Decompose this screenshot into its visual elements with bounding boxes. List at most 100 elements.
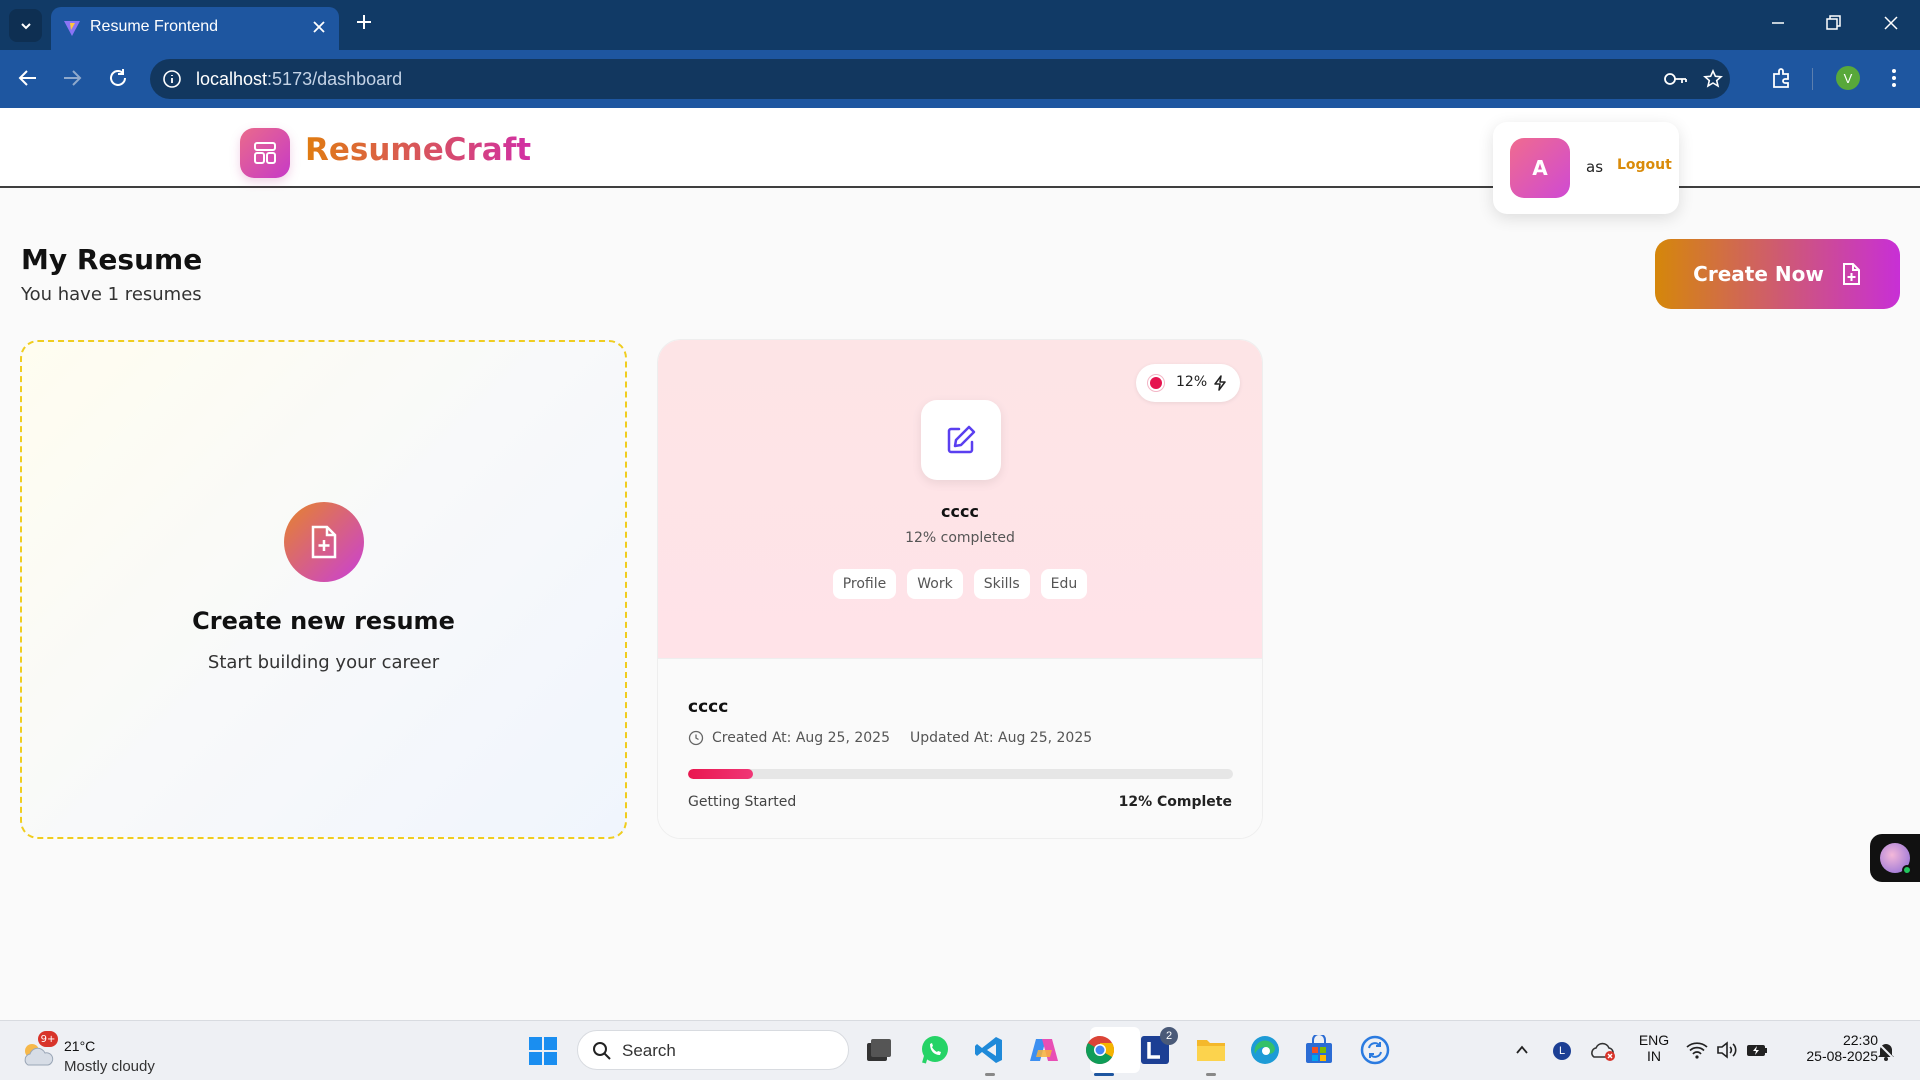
section-chip-edu: Edu (1040, 569, 1088, 599)
edit-resume-tile[interactable] (921, 400, 1001, 480)
vscode-running-indicator (985, 1073, 995, 1076)
file-explorer-icon[interactable] (1194, 1033, 1228, 1067)
edit-pen-square-icon (947, 425, 976, 454)
resume-title: cccc (688, 697, 729, 717)
floating-assistant-button[interactable] (1870, 834, 1920, 882)
l-app-notification-badge: 2 (1160, 1027, 1178, 1045)
browser-menu-icon[interactable] (1882, 66, 1906, 90)
search-label: Search (622, 1041, 676, 1060)
vscode-icon[interactable] (972, 1033, 1006, 1067)
weather-temperature: 21°C (64, 1038, 96, 1054)
clock-time: 22:30 (1842, 1032, 1878, 1048)
edge-icon[interactable] (1248, 1033, 1282, 1067)
logout-button[interactable]: Logout (1617, 157, 1672, 173)
resume-section-chips: Profile Work Skills Edu (658, 569, 1262, 599)
windows-taskbar: 9+ 21°C Mostly cloudy Search 2 L ENG IN … (0, 1020, 1920, 1080)
whatsapp-icon[interactable] (918, 1033, 952, 1067)
notification-bell-icon[interactable] (1876, 1041, 1896, 1061)
sync-app-icon[interactable] (1358, 1033, 1392, 1067)
onedrive-error-icon[interactable] (1590, 1041, 1616, 1061)
toolbar-divider (1812, 68, 1813, 90)
extensions-puzzle-icon[interactable] (1770, 66, 1794, 90)
password-key-icon[interactable] (1663, 69, 1689, 89)
chrome-icon[interactable] (1083, 1033, 1117, 1067)
lightning-bolt-icon (1214, 375, 1226, 391)
restore-window-icon[interactable] (1823, 13, 1843, 33)
explorer-running-indicator (1206, 1073, 1216, 1076)
assistant-avatar-icon (1880, 843, 1912, 875)
progress-badge: 12% (1136, 364, 1240, 402)
chevron-down-icon (20, 22, 31, 29)
minimize-window-icon[interactable] (1768, 13, 1788, 33)
resume-progress-fill (688, 769, 754, 779)
file-plus-icon (1842, 263, 1860, 285)
create-new-resume-card[interactable]: Create new resume Start building your ca… (20, 340, 627, 839)
create-now-label: Create Now (1693, 262, 1824, 286)
progress-status-dot (1150, 377, 1162, 389)
brand-logo-text[interactable]: ResumeCraft (305, 132, 531, 168)
taskbar-search-box[interactable]: Search (577, 1030, 849, 1070)
windows-start-icon[interactable] (528, 1036, 558, 1066)
resume-count-subtitle: You have 1 resumes (21, 284, 202, 305)
section-chip-profile: Profile (832, 569, 897, 599)
create-new-resume-subtitle: Start building your career (207, 652, 440, 673)
browser-tab-active[interactable]: Resume Frontend (51, 7, 339, 50)
bookmark-star-icon[interactable] (1703, 69, 1723, 89)
user-name: as (1586, 158, 1604, 176)
create-now-button[interactable]: Create Now (1655, 239, 1900, 309)
file-plus-icon (311, 525, 337, 559)
clock-icon (688, 730, 704, 746)
wifi-icon[interactable] (1686, 1041, 1708, 1059)
resume-dates: Created At: Aug 25, 2025 Updated At: Aug… (688, 730, 1092, 746)
user-avatar[interactable]: A (1510, 138, 1570, 198)
back-arrow-icon[interactable] (16, 66, 40, 90)
resume-status-text: Getting Started (688, 794, 797, 810)
tray-l-app-icon[interactable]: L (1553, 1042, 1571, 1060)
copilot-icon[interactable] (1027, 1033, 1061, 1067)
resume-card-preview: 12% cccc 12% completed Profile Work Skil… (658, 340, 1262, 658)
progress-badge-text: 12% (1176, 374, 1208, 390)
created-at-text: Created At: Aug 25, 2025 (712, 730, 890, 746)
online-status-dot (1902, 865, 1912, 875)
chrome-running-indicator (1094, 1073, 1114, 1076)
clock-date: 25-08-2025 (1806, 1048, 1878, 1064)
url-text: localhost:5173/dashboard (196, 69, 402, 90)
reload-icon[interactable] (106, 66, 130, 90)
browser-tabstrip: Resume Frontend (0, 0, 1920, 50)
resume-card[interactable]: 12% cccc 12% completed Profile Work Skil… (657, 339, 1263, 839)
new-tab-icon[interactable] (354, 12, 374, 32)
user-profile-card: A as Logout (1493, 122, 1679, 214)
logo-icon-box[interactable] (240, 128, 290, 178)
url-path: :5173/dashboard (267, 69, 403, 89)
address-bar[interactable]: localhost:5173/dashboard (150, 59, 1730, 99)
resume-complete-text: 12% Complete (1118, 794, 1232, 810)
vite-favicon-icon (64, 21, 80, 36)
layout-template-icon (254, 142, 276, 164)
browser-profile-avatar[interactable]: V (1836, 66, 1860, 90)
url-host: localhost (196, 69, 268, 89)
tab-search-button[interactable] (9, 9, 42, 42)
l-app-icon[interactable]: 2 (1138, 1027, 1178, 1067)
section-chip-work: Work (907, 569, 963, 599)
resume-card-details: cccc Created At: Aug 25, 2025 Updated At… (658, 658, 1262, 838)
chevron-up-icon[interactable] (1514, 1042, 1530, 1058)
microsoft-store-icon[interactable] (1302, 1033, 1336, 1067)
page-title: My Resume (21, 243, 203, 276)
resume-name: cccc (941, 502, 979, 521)
task-view-icon[interactable] (862, 1033, 896, 1067)
weather-badge: 9+ (38, 1031, 58, 1047)
language-region: IN (1647, 1048, 1661, 1064)
search-icon (593, 1042, 611, 1060)
tab-title: Resume Frontend (90, 18, 219, 35)
site-info-icon[interactable] (162, 69, 182, 89)
browser-toolbar: localhost:5173/dashboard (0, 50, 1920, 108)
forward-arrow-icon[interactable] (60, 66, 84, 90)
weather-description: Mostly cloudy (64, 1058, 155, 1075)
clock[interactable]: 22:30 25-08-2025 (1782, 1032, 1878, 1064)
close-tab-icon[interactable] (311, 19, 327, 35)
battery-charging-icon[interactable] (1746, 1041, 1768, 1059)
create-new-resume-title: Create new resume (192, 607, 455, 635)
language-indicator[interactable]: ENG IN (1634, 1032, 1674, 1064)
volume-icon[interactable] (1716, 1041, 1738, 1059)
close-window-icon[interactable] (1881, 13, 1901, 33)
